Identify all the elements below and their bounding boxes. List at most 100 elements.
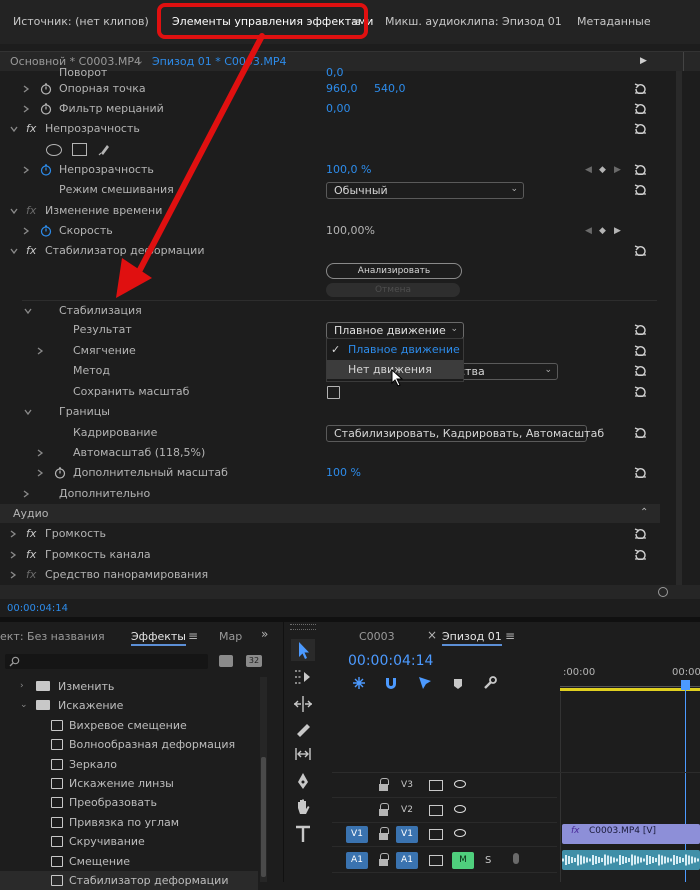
effects-list-item[interactable]: Искажение линзы <box>0 774 258 793</box>
effects-list-item[interactable]: Привязка по углам <box>0 813 258 832</box>
reset-icon[interactable] <box>634 345 647 356</box>
right-scrollbar[interactable] <box>676 71 682 586</box>
source-patch[interactable]: V1 <box>346 826 368 843</box>
microphone-icon[interactable] <box>513 853 519 864</box>
effects-list-item[interactable]: Стабилизатор деформации <box>0 871 258 890</box>
scroll-handle-icon[interactable] <box>658 587 668 597</box>
flicker-value[interactable]: 0,00 <box>326 99 351 119</box>
reset-icon[interactable] <box>634 549 647 560</box>
effects-list-item[interactable]: Зеркало <box>0 755 258 774</box>
slip-tool-icon[interactable] <box>291 743 315 765</box>
add-keyframe-icon[interactable]: ◆ <box>599 221 606 241</box>
stopwatch-active-icon[interactable] <box>40 164 52 176</box>
tab-c0003[interactable]: C0003 <box>359 630 395 643</box>
mute-button[interactable]: M <box>452 852 474 869</box>
chevron-right-icon[interactable] <box>9 530 17 538</box>
additional-scale-value[interactable]: 100 % <box>326 463 361 483</box>
effects-list-item[interactable]: Скручивание <box>0 832 258 851</box>
reset-icon[interactable] <box>634 324 647 335</box>
framing-select[interactable]: Стабилизировать, Кадрировать, Автомасшта… <box>326 425 604 442</box>
effect-controls-timecode[interactable]: 00:00:04:14 <box>7 603 68 614</box>
tab-effects[interactable]: Эффекты <box>131 630 186 646</box>
preserve-scale-checkbox[interactable] <box>327 386 340 399</box>
razor-tool-icon[interactable] <box>291 718 315 740</box>
tab-audio-mixer[interactable]: Микш. аудиоклипа: Эпизод 01 <box>385 0 562 44</box>
eye-icon[interactable] <box>454 805 466 813</box>
accelerated-effects-icon[interactable] <box>219 655 233 667</box>
stopwatch-icon[interactable] <box>40 83 52 95</box>
reset-icon[interactable] <box>634 467 647 478</box>
effects-folder[interactable]: › Изменить <box>0 677 258 696</box>
type-tool-icon[interactable] <box>291 823 315 845</box>
horizontal-scrollbar[interactable] <box>0 585 700 599</box>
chevron-right-icon[interactable] <box>36 449 44 457</box>
sync-lock-icon[interactable] <box>429 855 443 866</box>
effects-list-item[interactable]: Вихревое смещение <box>0 716 258 735</box>
tab-menu-icon[interactable]: ≡ <box>505 629 515 643</box>
chevron-right-icon[interactable] <box>9 571 17 579</box>
chevron-right-icon[interactable]: › <box>20 677 24 696</box>
reset-icon[interactable] <box>634 123 647 134</box>
chevron-right-icon[interactable] <box>36 347 44 355</box>
reset-icon[interactable] <box>634 83 647 94</box>
effects-list-item[interactable]: Волнообразная деформация <box>0 735 258 754</box>
32bit-effects-icon[interactable]: 32 <box>246 655 262 667</box>
cancel-button[interactable]: Отмена <box>326 283 460 297</box>
prev-keyframe-icon[interactable]: ◀ <box>585 221 592 241</box>
selection-tool-icon[interactable] <box>291 639 315 661</box>
track-target[interactable]: A1 <box>396 852 418 869</box>
chevron-down-icon[interactable] <box>10 125 18 133</box>
chevron-up-icon[interactable]: ⌃ <box>640 503 648 522</box>
effects-scrollbar[interactable] <box>260 677 267 882</box>
fx-badge-icon[interactable]: fx <box>26 565 36 585</box>
playhead[interactable] <box>681 680 690 690</box>
add-keyframe-icon[interactable]: ◆ <box>599 160 606 180</box>
effects-scroll-thumb[interactable] <box>261 757 266 877</box>
tab-menu-icon[interactable]: ≡ <box>188 629 198 643</box>
prev-keyframe-icon[interactable]: ◀ <box>585 160 592 180</box>
reset-icon[interactable] <box>634 427 647 438</box>
reset-icon[interactable] <box>634 365 647 376</box>
reset-icon[interactable] <box>634 164 647 175</box>
video-clip[interactable]: fx C0003.MP4 [V] <box>562 824 700 844</box>
sync-lock-icon[interactable] <box>429 780 443 791</box>
effects-list-item[interactable]: Смещение <box>0 852 258 871</box>
reset-icon[interactable] <box>634 245 647 256</box>
source-patch[interactable]: A1 <box>346 852 368 869</box>
chevron-down-icon[interactable] <box>10 247 18 255</box>
anchor-y-value[interactable]: 540,0 <box>374 79 406 99</box>
effects-search-input[interactable] <box>5 654 208 669</box>
effects-list-item[interactable]: Преобразовать <box>0 793 258 812</box>
chevron-down-icon[interactable] <box>10 207 18 215</box>
solo-button[interactable]: S <box>485 852 491 869</box>
blend-select[interactable]: Обычный ⌄ <box>326 182 524 199</box>
next-keyframe-icon[interactable]: ▶ <box>614 160 621 180</box>
chevron-down-icon[interactable] <box>24 307 32 315</box>
eye-icon[interactable] <box>454 780 466 788</box>
ellipse-mask-icon[interactable] <box>46 144 62 156</box>
stopwatch-icon[interactable] <box>40 103 52 115</box>
track-target[interactable]: V1 <box>396 826 418 843</box>
fx-badge-icon[interactable]: fx <box>26 201 36 221</box>
snap-magnet-icon[interactable] <box>384 676 398 690</box>
eye-icon[interactable] <box>454 829 466 837</box>
rectangle-mask-icon[interactable] <box>72 143 87 156</box>
nest-sequence-icon[interactable] <box>352 676 366 690</box>
tab-project[interactable]: ект: Без названия <box>0 630 105 643</box>
stopwatch-icon[interactable] <box>54 467 66 479</box>
wrench-icon[interactable] <box>483 676 497 690</box>
reset-icon[interactable] <box>634 528 647 539</box>
reset-icon[interactable] <box>634 386 647 397</box>
track-target[interactable]: V3 <box>396 777 418 794</box>
tab-metadata[interactable]: Метаданные <box>577 0 651 44</box>
chevron-right-icon[interactable] <box>22 166 30 174</box>
fx-badge-icon[interactable]: fx <box>26 241 36 261</box>
reset-icon[interactable] <box>634 103 647 114</box>
chevron-right-icon[interactable] <box>36 469 44 477</box>
linked-selection-icon[interactable] <box>418 676 432 690</box>
reset-icon[interactable] <box>634 184 647 195</box>
chevron-down-icon[interactable]: ⌄ <box>20 696 28 715</box>
fx-badge-icon[interactable]: fx <box>26 119 36 139</box>
chevron-right-icon[interactable] <box>9 551 17 559</box>
analyze-button[interactable]: Анализировать <box>326 263 462 279</box>
